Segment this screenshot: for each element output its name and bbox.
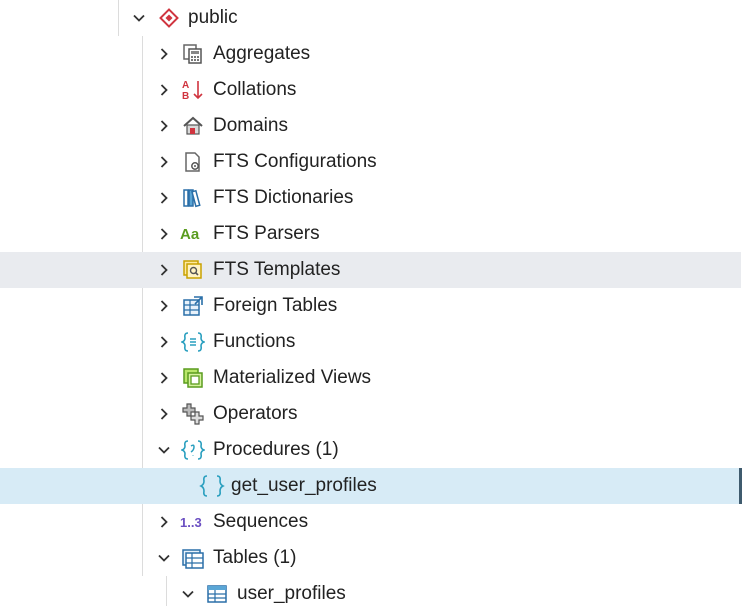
tree-node-tables[interactable]: Tables (1) xyxy=(0,540,741,576)
fts-parsers-icon: Aa xyxy=(180,225,200,243)
chevron-right-icon[interactable] xyxy=(155,153,173,171)
chevron-right-icon[interactable] xyxy=(155,369,173,387)
fts-dictionaries-icon xyxy=(181,186,205,210)
table-icon xyxy=(205,582,229,606)
collations-icon: A B xyxy=(181,78,205,102)
operators-icon xyxy=(181,402,205,426)
tree-node-fts-templates[interactable]: FTS Templates xyxy=(0,252,741,288)
chevron-right-icon[interactable] xyxy=(155,81,173,99)
tree-node-label: Foreign Tables xyxy=(213,295,338,316)
chevron-right-icon[interactable] xyxy=(155,405,173,423)
tree-node-label: FTS Templates xyxy=(213,259,341,280)
tree-node-label: Procedures (1) xyxy=(213,439,339,460)
tree-node-materialized-views[interactable]: Materialized Views xyxy=(0,360,741,396)
aggregates-icon xyxy=(181,42,205,66)
tree-node-label: FTS Dictionaries xyxy=(213,187,354,208)
tree-node-foreign-tables[interactable]: Foreign Tables xyxy=(0,288,741,324)
tree-node-label: FTS Configurations xyxy=(213,151,377,172)
tree-node-label: get_user_profiles xyxy=(231,475,377,496)
chevron-right-icon[interactable] xyxy=(155,513,173,531)
tree-node-fts-configurations[interactable]: FTS Configurations xyxy=(0,144,741,180)
sequences-icon: 1..3 xyxy=(180,514,202,530)
schema-icon xyxy=(157,6,181,30)
chevron-right-icon[interactable] xyxy=(155,45,173,63)
svg-text:B: B xyxy=(182,91,189,102)
tree-node-aggregates[interactable]: Aggregates xyxy=(0,36,741,72)
chevron-right-icon[interactable] xyxy=(155,333,173,351)
tree-node-label: Tables (1) xyxy=(213,547,297,568)
chevron-right-icon[interactable] xyxy=(155,297,173,315)
svg-text:A: A xyxy=(182,80,189,91)
tree-node-user-profiles[interactable]: user_profiles xyxy=(0,576,741,612)
tree-node-label: FTS Parsers xyxy=(213,223,320,244)
procedure-icon xyxy=(199,474,225,498)
tree-node-operators[interactable]: Operators xyxy=(0,396,741,432)
tree-node-procedures[interactable]: Procedures (1) xyxy=(0,432,741,468)
tree-node-label: user_profiles xyxy=(237,583,346,604)
tree-node-label: Materialized Views xyxy=(213,367,372,388)
tree-node-label: public xyxy=(188,7,238,28)
domains-icon xyxy=(181,114,205,138)
tree-node-public[interactable]: public xyxy=(0,0,741,36)
tree-node-fts-dictionaries[interactable]: FTS Dictionaries xyxy=(0,180,741,216)
tree-node-fts-parsers[interactable]: Aa FTS Parsers xyxy=(0,216,741,252)
chevron-down-icon[interactable] xyxy=(155,441,173,459)
chevron-down-icon[interactable] xyxy=(155,549,173,567)
foreign-tables-icon xyxy=(181,294,205,318)
materialized-views-icon xyxy=(181,366,205,390)
tables-icon xyxy=(181,546,205,570)
chevron-right-icon[interactable] xyxy=(155,117,173,135)
tree-node-label: Collations xyxy=(213,79,297,100)
tree-node-label: Operators xyxy=(213,403,298,424)
chevron-down-icon[interactable] xyxy=(130,9,148,27)
procedures-icon xyxy=(181,438,205,462)
tree-node-label: Functions xyxy=(213,331,296,352)
fts-configurations-icon xyxy=(181,150,205,174)
chevron-right-icon[interactable] xyxy=(155,189,173,207)
chevron-down-icon[interactable] xyxy=(179,585,197,603)
tree-node-label: Sequences xyxy=(213,511,309,532)
tree-node-collations[interactable]: A B Collations xyxy=(0,72,741,108)
chevron-right-icon[interactable] xyxy=(155,261,173,279)
chevron-right-icon[interactable] xyxy=(155,225,173,243)
tree-node-get-user-profiles[interactable]: get_user_profiles xyxy=(0,468,742,504)
tree-node-sequences[interactable]: 1..3 Sequences xyxy=(0,504,741,540)
functions-icon xyxy=(181,330,205,354)
fts-templates-icon xyxy=(181,258,205,282)
tree-node-label: Aggregates xyxy=(213,43,311,64)
tree-node-domains[interactable]: Domains xyxy=(0,108,741,144)
tree-node-functions[interactable]: Functions xyxy=(0,324,741,360)
tree-node-label: Domains xyxy=(213,115,288,136)
